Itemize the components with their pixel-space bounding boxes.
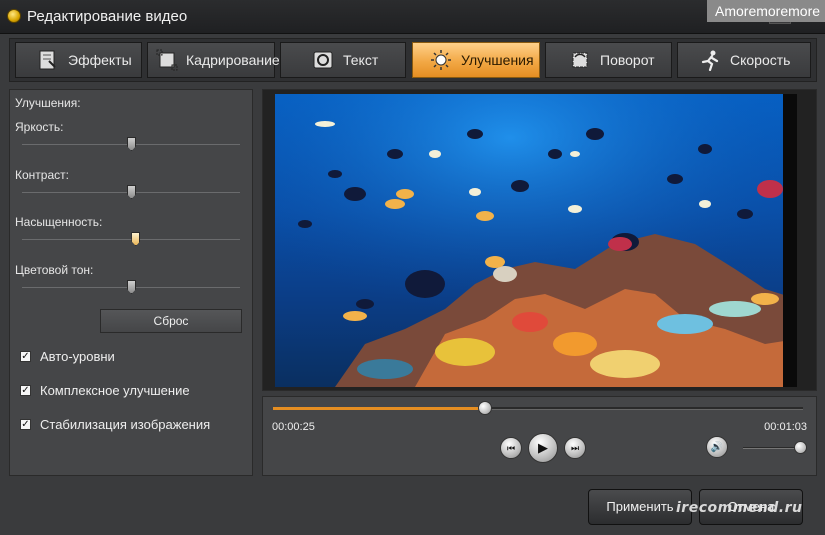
video-panel bbox=[262, 89, 817, 391]
tab-crop-label: Кадрирование bbox=[186, 52, 280, 68]
complex-enhance-label: Комплексное улучшение bbox=[40, 383, 190, 398]
video-preview[interactable] bbox=[275, 94, 797, 387]
saturation-label: Насыщенность: bbox=[15, 215, 103, 229]
tab-bar: Эффекты Кадрирование Текст Улучшения Пов… bbox=[9, 38, 817, 82]
sun-icon bbox=[429, 48, 453, 72]
hue-label: Цветовой тон: bbox=[15, 263, 94, 277]
underwater-scene-image bbox=[275, 94, 797, 387]
volume-slider[interactable] bbox=[743, 441, 807, 454]
tab-rotate-label: Поворот bbox=[600, 52, 655, 68]
auto-levels-label: Авто-уровни bbox=[40, 349, 115, 364]
stabilization-checkbox[interactable]: ✓ Стабилизация изображения bbox=[20, 417, 210, 432]
play-icon: ▶ bbox=[538, 440, 548, 455]
brightness-slider-thumb[interactable] bbox=[127, 137, 136, 151]
tab-text-label: Текст bbox=[343, 52, 379, 68]
volume-icon: 🔊 bbox=[710, 441, 724, 453]
seek-bar[interactable] bbox=[273, 401, 803, 415]
enhance-panel: Улучшения: Яркость: Контраст: Насыщеннос… bbox=[9, 89, 253, 476]
auto-levels-check-box[interactable]: ✓ bbox=[20, 351, 31, 362]
contrast-slider[interactable] bbox=[22, 185, 240, 199]
hue-slider-thumb[interactable] bbox=[127, 280, 136, 294]
saturation-slider[interactable] bbox=[22, 232, 240, 246]
tab-crop[interactable]: Кадрирование bbox=[147, 42, 280, 78]
volume-button[interactable]: 🔊 bbox=[706, 436, 728, 458]
enhance-heading: Улучшения: bbox=[15, 96, 81, 110]
brightness-slider[interactable] bbox=[22, 137, 240, 151]
watermark-top: Amoremoremore bbox=[707, 0, 825, 22]
volume-slider-thumb[interactable] bbox=[794, 441, 807, 454]
tab-speed-label: Скорость bbox=[730, 52, 791, 68]
effects-icon bbox=[36, 48, 60, 72]
seek-bar-progress bbox=[273, 407, 485, 410]
reset-button[interactable]: Сброс bbox=[100, 309, 242, 333]
contrast-slider-thumb[interactable] bbox=[127, 185, 136, 199]
play-button[interactable]: ▶ bbox=[528, 433, 558, 463]
next-button[interactable]: ⏭ bbox=[564, 437, 586, 459]
text-icon bbox=[311, 48, 335, 72]
transport-buttons: ⏮ ▶ ⏭ bbox=[496, 433, 590, 463]
window-title: Редактирование видео bbox=[27, 8, 188, 25]
app-logo-icon bbox=[7, 9, 21, 23]
tab-enhance[interactable]: Улучшения bbox=[412, 42, 540, 78]
letterbox-bar bbox=[783, 94, 797, 387]
watermark-bottom: irecommend.ru bbox=[676, 500, 803, 516]
title-bar: Редактирование видео × Amoremoremore bbox=[0, 0, 825, 34]
contrast-label: Контраст: bbox=[15, 168, 69, 182]
complex-enhance-checkbox[interactable]: ✓ Комплексное улучшение bbox=[20, 383, 190, 398]
tab-rotate[interactable]: Поворот bbox=[545, 42, 672, 78]
tab-enhance-label: Улучшения bbox=[461, 52, 534, 68]
stabilization-label: Стабилизация изображения bbox=[40, 417, 211, 432]
playback-controls: 00:00:25 00:01:03 ⏮ ▶ ⏭ 🔊 bbox=[262, 396, 817, 476]
saturation-slider-thumb[interactable] bbox=[131, 232, 141, 246]
brightness-label: Яркость: bbox=[15, 120, 64, 134]
runner-icon bbox=[698, 48, 722, 72]
hue-slider[interactable] bbox=[22, 280, 240, 294]
next-icon: ⏭ bbox=[570, 442, 580, 453]
seek-bar-thumb[interactable] bbox=[478, 401, 492, 415]
crop-icon bbox=[156, 48, 178, 72]
tab-text[interactable]: Текст bbox=[280, 42, 406, 78]
tab-effects-label: Эффекты bbox=[68, 52, 132, 68]
stabilization-check-box[interactable]: ✓ bbox=[20, 419, 31, 430]
complex-enhance-check-box[interactable]: ✓ bbox=[20, 385, 31, 396]
tab-speed[interactable]: Скорость bbox=[677, 42, 811, 78]
previous-button[interactable]: ⏮ bbox=[500, 437, 522, 459]
rotate-icon bbox=[568, 48, 592, 72]
total-time: 00:01:03 bbox=[764, 421, 807, 433]
tab-effects[interactable]: Эффекты bbox=[15, 42, 142, 78]
current-time: 00:00:25 bbox=[272, 421, 315, 433]
auto-levels-checkbox[interactable]: ✓ Авто-уровни bbox=[20, 349, 115, 364]
previous-icon: ⏮ bbox=[506, 442, 516, 453]
